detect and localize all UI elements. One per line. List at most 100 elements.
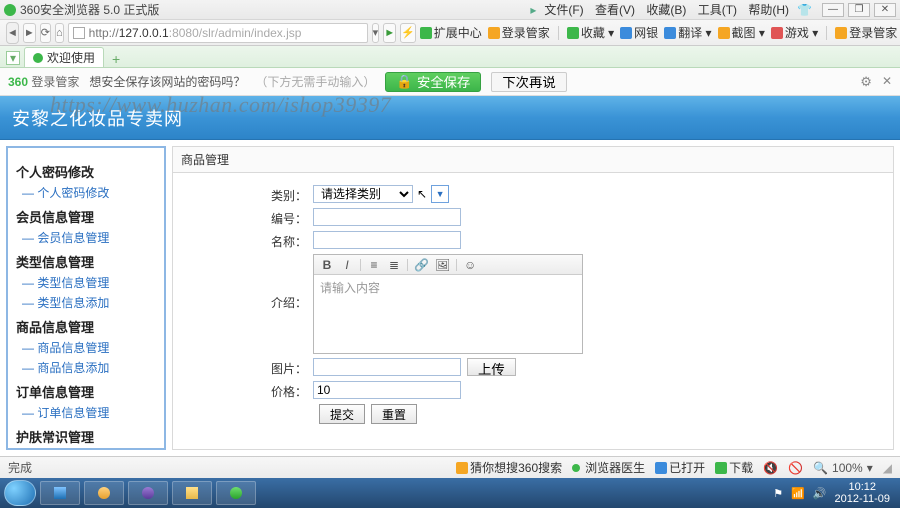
- window-close-button[interactable]: ✕: [874, 3, 896, 17]
- puzzle-icon: [420, 27, 432, 39]
- compat-mode-button[interactable]: ⚡: [400, 23, 416, 43]
- price-input[interactable]: [313, 381, 461, 399]
- games-button[interactable]: 游戏 ▾: [771, 24, 818, 41]
- eclipse-icon: [142, 487, 154, 499]
- key-icon: [488, 27, 500, 39]
- menu-fav[interactable]: 收藏(B): [646, 3, 686, 17]
- ext-center-link[interactable]: 扩展中心: [420, 24, 482, 41]
- label-intro: 介绍：: [183, 254, 313, 311]
- tray-network-icon[interactable]: 📶: [791, 487, 805, 500]
- star-icon: [567, 27, 579, 39]
- scissors-icon: [718, 27, 730, 39]
- task-ie[interactable]: [40, 481, 80, 505]
- menu-tools[interactable]: 工具(T): [698, 3, 737, 17]
- nav-home-button[interactable]: ⌂: [55, 23, 64, 43]
- tray-volume-icon[interactable]: 🔊: [813, 487, 827, 500]
- window-restore-button[interactable]: ❐: [848, 3, 870, 17]
- sidebar-item-type-add[interactable]: 类型信息添加: [22, 294, 156, 311]
- mouse-cursor-icon: ↖: [417, 187, 427, 201]
- wangyin-button[interactable]: 网银: [620, 24, 658, 41]
- category-select[interactable]: 请选择类别: [313, 185, 413, 203]
- address-input[interactable]: http:// 127.0.0.1 :8080/slr/admin/index.…: [68, 23, 368, 43]
- sidebar-item-member[interactable]: 会员信息管理: [22, 229, 156, 246]
- sidebar-item-order[interactable]: 订单信息管理: [22, 404, 156, 421]
- nav-back-button[interactable]: ◄: [6, 22, 19, 44]
- sidebar-item-password-edit[interactable]: 个人密码修改: [22, 184, 156, 201]
- login-manager-link-2[interactable]: 登录管家: [835, 24, 897, 41]
- status-doctor[interactable]: 浏览器医生: [572, 459, 645, 476]
- download-icon: [715, 462, 727, 474]
- menu-help[interactable]: 帮助(H): [748, 3, 789, 17]
- skin-icon[interactable]: 👕: [797, 3, 812, 17]
- content-panel: 商品管理 类别： 请选择类别 ↖ ▼ 编号：: [172, 146, 894, 450]
- reset-button[interactable]: 重置: [371, 404, 417, 424]
- tab-list-button[interactable]: ▾: [6, 51, 20, 65]
- new-tab-button[interactable]: +: [108, 51, 124, 67]
- start-button[interactable]: [4, 480, 36, 506]
- favorites-button[interactable]: 收藏 ▾: [567, 24, 614, 41]
- menubar: 文件(F) 查看(V) 收藏(B) 工具(T) 帮助(H): [540, 1, 793, 18]
- sidebar-group-knowledge: 护肤常识管理: [16, 427, 156, 446]
- nav-go-button[interactable]: ►: [383, 23, 396, 43]
- sidebar-group-order: 订单信息管理: [16, 382, 156, 401]
- login-manager-link[interactable]: 登录管家: [488, 24, 550, 41]
- sidebar-group-product: 商品信息管理: [16, 317, 156, 336]
- editor-textarea[interactable]: 请输入内容: [314, 275, 582, 353]
- toolbar-separator: [558, 26, 559, 40]
- translate-button[interactable]: 翻译 ▾: [664, 24, 711, 41]
- status-text: 完成: [8, 459, 32, 476]
- image-button[interactable]: 🖼: [435, 258, 450, 272]
- url-dropdown-button[interactable]: ▾: [372, 23, 380, 43]
- status-mute-icon[interactable]: 🔇: [763, 461, 778, 475]
- task-360[interactable]: [216, 481, 256, 505]
- tab-welcome[interactable]: 欢迎使用: [24, 47, 104, 67]
- code-input[interactable]: [313, 208, 461, 226]
- sidebar-group-member: 会员信息管理: [16, 207, 156, 226]
- resize-grip-icon[interactable]: ◢: [883, 461, 892, 475]
- sidebar-item-type-manage[interactable]: 类型信息管理: [22, 274, 156, 291]
- nav-forward-button[interactable]: ►: [23, 23, 36, 43]
- tray-clock[interactable]: 10:12 2012-11-09: [835, 481, 890, 505]
- status-block-icon[interactable]: 🚫: [788, 461, 803, 475]
- task-ie2[interactable]: [84, 481, 124, 505]
- sidebar-item-product-add[interactable]: 商品信息添加: [22, 359, 156, 376]
- tab-strip: ▾ 欢迎使用 +: [0, 46, 900, 68]
- name-input[interactable]: [313, 231, 461, 249]
- bold-button[interactable]: B: [320, 258, 334, 272]
- task-explorer[interactable]: [172, 481, 212, 505]
- sidebar-item-product-manage[interactable]: 商品信息管理: [22, 339, 156, 356]
- menu-view[interactable]: 查看(V): [595, 3, 635, 17]
- nav-reload-button[interactable]: ⟳: [40, 23, 51, 43]
- window-minimize-button[interactable]: —: [822, 3, 844, 17]
- sidebar-item-knowledge-manage[interactable]: 护肤常识管理: [22, 449, 156, 450]
- label-category: 类别：: [183, 185, 313, 204]
- emoji-button[interactable]: ☺: [463, 258, 477, 272]
- pwdbar-close-icon[interactable]: ✕: [882, 74, 892, 90]
- later-button[interactable]: 下次再说: [491, 72, 566, 92]
- address-toolbar: ◄ ► ⟳ ⌂ http:// 127.0.0.1 :8080/slr/admi…: [0, 20, 900, 46]
- italic-button[interactable]: I: [340, 258, 354, 272]
- task-eclipse[interactable]: [128, 481, 168, 505]
- menu-file[interactable]: 文件(F): [544, 3, 583, 17]
- category-dropdown-icon[interactable]: ▼: [431, 185, 449, 203]
- upload-button[interactable]: 上传: [467, 358, 516, 376]
- product-form: 类别： 请选择类别 ↖ ▼ 编号： 名称：: [173, 173, 893, 432]
- link-button[interactable]: 🔗: [414, 258, 429, 272]
- tray-flag-icon[interactable]: ⚑: [773, 487, 783, 500]
- zoom-control[interactable]: 🔍 100% ▾: [813, 461, 873, 475]
- bank-icon: [620, 27, 632, 39]
- submit-button[interactable]: 提交: [319, 404, 365, 424]
- screenshot-button[interactable]: 截图 ▾: [718, 24, 765, 41]
- status-download[interactable]: 下载: [715, 459, 753, 476]
- unordered-list-button[interactable]: ≣: [387, 258, 401, 272]
- label-name: 名称：: [183, 231, 313, 250]
- app-title: 360安全浏览器 5.0 正式版: [20, 1, 159, 18]
- image-path-input[interactable]: [313, 358, 461, 376]
- secure-save-button[interactable]: 🔒 安全保存: [385, 72, 481, 92]
- ordered-list-button[interactable]: ≡: [367, 258, 381, 272]
- pwdbar-settings-icon[interactable]: ⚙: [860, 74, 872, 90]
- status-search[interactable]: 猜你想搜360搜索: [456, 459, 562, 476]
- chevron-down-icon: ▾: [867, 461, 873, 475]
- status-opened[interactable]: 已打开: [655, 459, 705, 476]
- folder-icon: [186, 487, 198, 499]
